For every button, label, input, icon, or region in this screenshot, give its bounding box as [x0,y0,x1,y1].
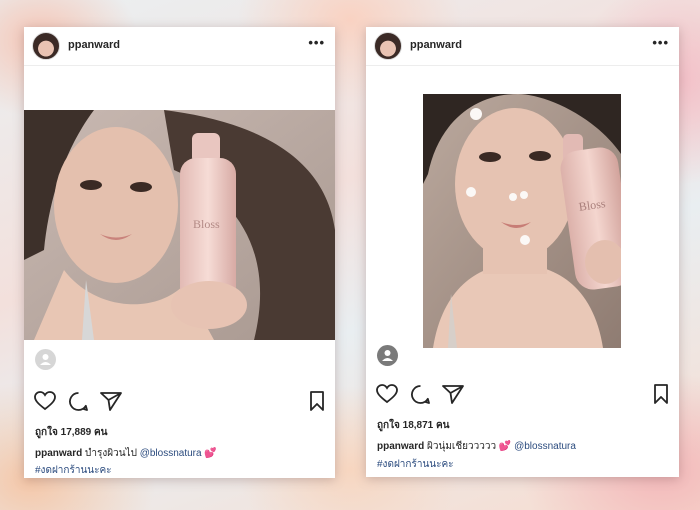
send-icon[interactable] [100,391,122,411]
mention-link[interactable]: @blossnatura [514,441,576,452]
post-header: ppanward ••• [24,27,335,65]
divider [24,65,335,66]
bookmark-icon[interactable] [309,391,325,411]
action-bar [34,391,325,415]
caption-text: ผิวนุ่มเชียววววว [424,441,499,452]
post-photo[interactable]: Bloss [423,94,621,348]
caption-text: บำรุงผิวนไป [82,448,140,459]
bookmark-icon[interactable] [653,384,669,404]
likes-count[interactable]: ถูกใจ 17,889 คน [35,425,108,440]
bottle-brand-text: Bloss [193,217,220,231]
comment-icon[interactable] [410,384,431,405]
heart-icon[interactable] [34,391,56,411]
heart-emoji-icon: 💕 [204,448,217,459]
mention-link[interactable]: @blossnatura [140,448,202,459]
tag-people-icon[interactable] [35,349,56,370]
comment-icon[interactable] [68,391,89,412]
caption-username[interactable]: ppanward [35,448,82,459]
more-icon[interactable]: ••• [308,35,325,50]
avatar[interactable] [32,32,60,60]
tag-people-icon[interactable] [377,345,398,366]
likes-count[interactable]: ถูกใจ 18,871 คน [377,418,450,433]
post-photo[interactable]: Bloss [24,110,335,340]
username[interactable]: ppanward [68,39,120,51]
send-icon[interactable] [442,384,464,404]
avatar[interactable] [374,32,402,60]
more-icon[interactable]: ••• [652,35,669,50]
hashtag-link[interactable]: #งดฝากร้านนะคะ [377,457,454,472]
hashtag-link[interactable]: #งดฝากร้านนะคะ [35,463,112,478]
caption: ppanward ผิวนุ่มเชียววววว 💕 @blossnatura [377,439,576,454]
action-bar [376,384,669,408]
post-header: ppanward ••• [366,27,679,65]
heart-emoji-icon: 💕 [498,441,512,452]
instagram-post-1: ppanward ••• Bloss ถูกใจ 17,889 คน ppanw… [24,27,335,478]
divider [366,65,679,66]
caption-username[interactable]: ppanward [377,441,424,452]
caption: ppanward บำรุงผิวนไป @blossnatura 💕 [35,446,217,461]
heart-icon[interactable] [376,384,398,404]
instagram-post-2: ppanward ••• Bloss ถูกใจ 18,871 คน ppanw… [366,27,679,477]
username[interactable]: ppanward [410,39,462,51]
